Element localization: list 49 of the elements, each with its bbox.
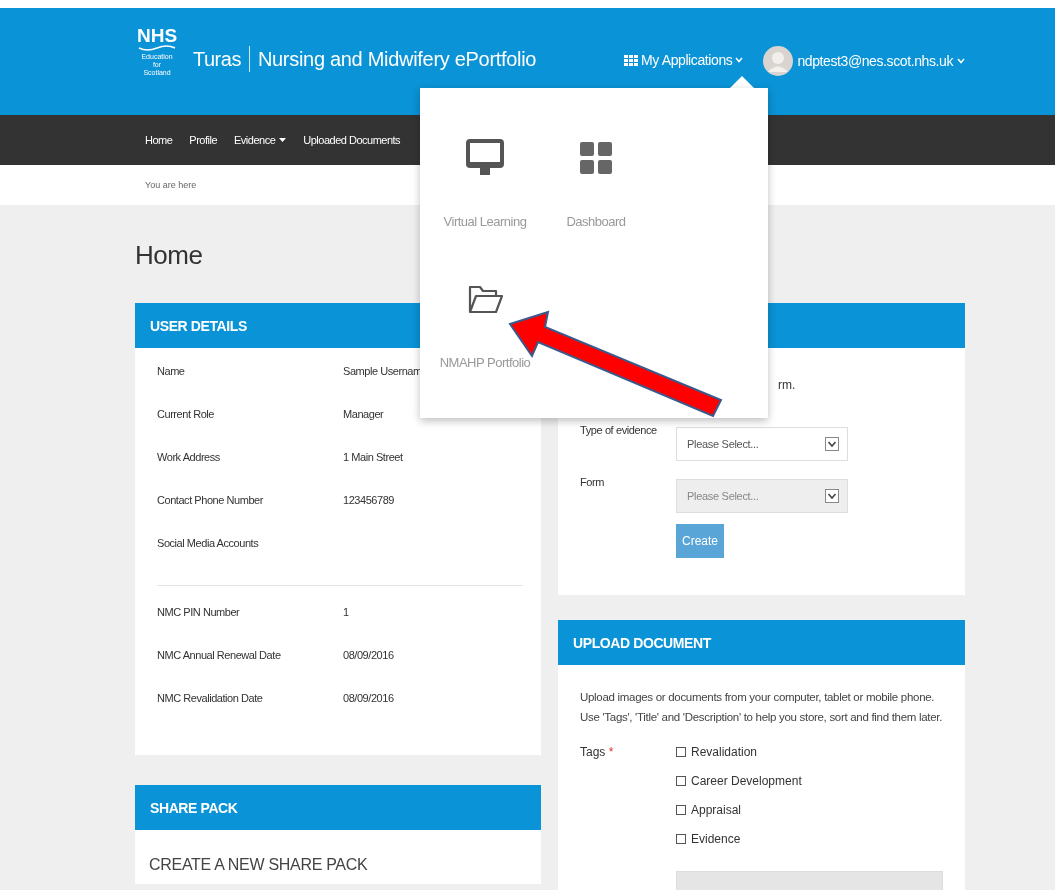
field-label: Name <box>157 365 186 377</box>
field-label: Current Role <box>157 408 215 420</box>
field-label: Form <box>580 475 606 488</box>
dropdown-icon <box>825 437 839 451</box>
field-value: 1 <box>343 606 349 618</box>
caret-icon <box>957 58 965 64</box>
panel-heading: SHARE PACK <box>135 785 541 830</box>
checkbox[interactable] <box>676 747 686 757</box>
checkbox[interactable] <box>676 776 686 786</box>
section-subtitle: CREATE A NEW SHARE PACK <box>149 856 368 873</box>
field-label: NMC Revalidation Date <box>157 692 264 704</box>
checkbox[interactable] <box>676 805 686 815</box>
tag-checkbox[interactable]: Evidence <box>676 832 802 861</box>
field-label: NMC Annual Renewal Date <box>157 649 282 661</box>
description-text: Upload images or documents from your computer, tablet or mobile phone. <box>580 690 936 705</box>
select-field[interactable]: Please Select... <box>676 427 848 461</box>
nav-item[interactable]: Uploaded Documents <box>303 134 401 146</box>
tag-checkbox[interactable]: Career Development <box>676 774 802 803</box>
panel-heading: UPLOAD DOCUMENT <box>558 620 965 665</box>
field-value: Manager <box>343 408 384 420</box>
field-value: 08/09/2016 <box>343 649 394 661</box>
input-field[interactable] <box>676 871 943 890</box>
breadcrumb: You are here <box>145 180 197 190</box>
checkbox[interactable] <box>676 834 686 844</box>
monitor-icon <box>465 138 505 178</box>
description-text: Use 'Tags', 'Title' and 'Description' to help you store, sort and find them later. <box>580 710 943 725</box>
caret-icon <box>279 138 287 142</box>
field-label: Type of evidence <box>580 423 658 436</box>
field-label: Tags * <box>580 745 615 761</box>
field-value: 123456789 <box>343 494 394 506</box>
field-label: Social Media Accounts <box>157 537 260 549</box>
app-name: Turas <box>193 47 241 71</box>
nav-item[interactable]: Home <box>145 134 173 146</box>
intro-text: rm. <box>778 378 796 392</box>
app-title: Nursing and Midwifery ePortfolio <box>257 47 537 71</box>
caret-icon <box>735 57 744 63</box>
field-label: Contact Phone Number <box>157 494 265 506</box>
dropdown-icon <box>825 489 839 503</box>
field-value: 08/09/2016 <box>343 692 394 704</box>
field-label: NMC PIN Number <box>157 606 241 618</box>
tag-checkbox[interactable]: Appraisal <box>676 803 802 832</box>
tag-checkbox[interactable]: Revalidation <box>676 745 802 774</box>
nav-item[interactable]: Profile <box>189 134 218 146</box>
nav-item[interactable]: Evidence <box>234 134 287 146</box>
grid-icon <box>624 54 639 66</box>
page-title: Home <box>135 240 203 270</box>
field-label: Work Address <box>157 451 221 463</box>
field-value: 1 Main Street <box>343 451 403 463</box>
avatar-icon <box>763 46 794 76</box>
